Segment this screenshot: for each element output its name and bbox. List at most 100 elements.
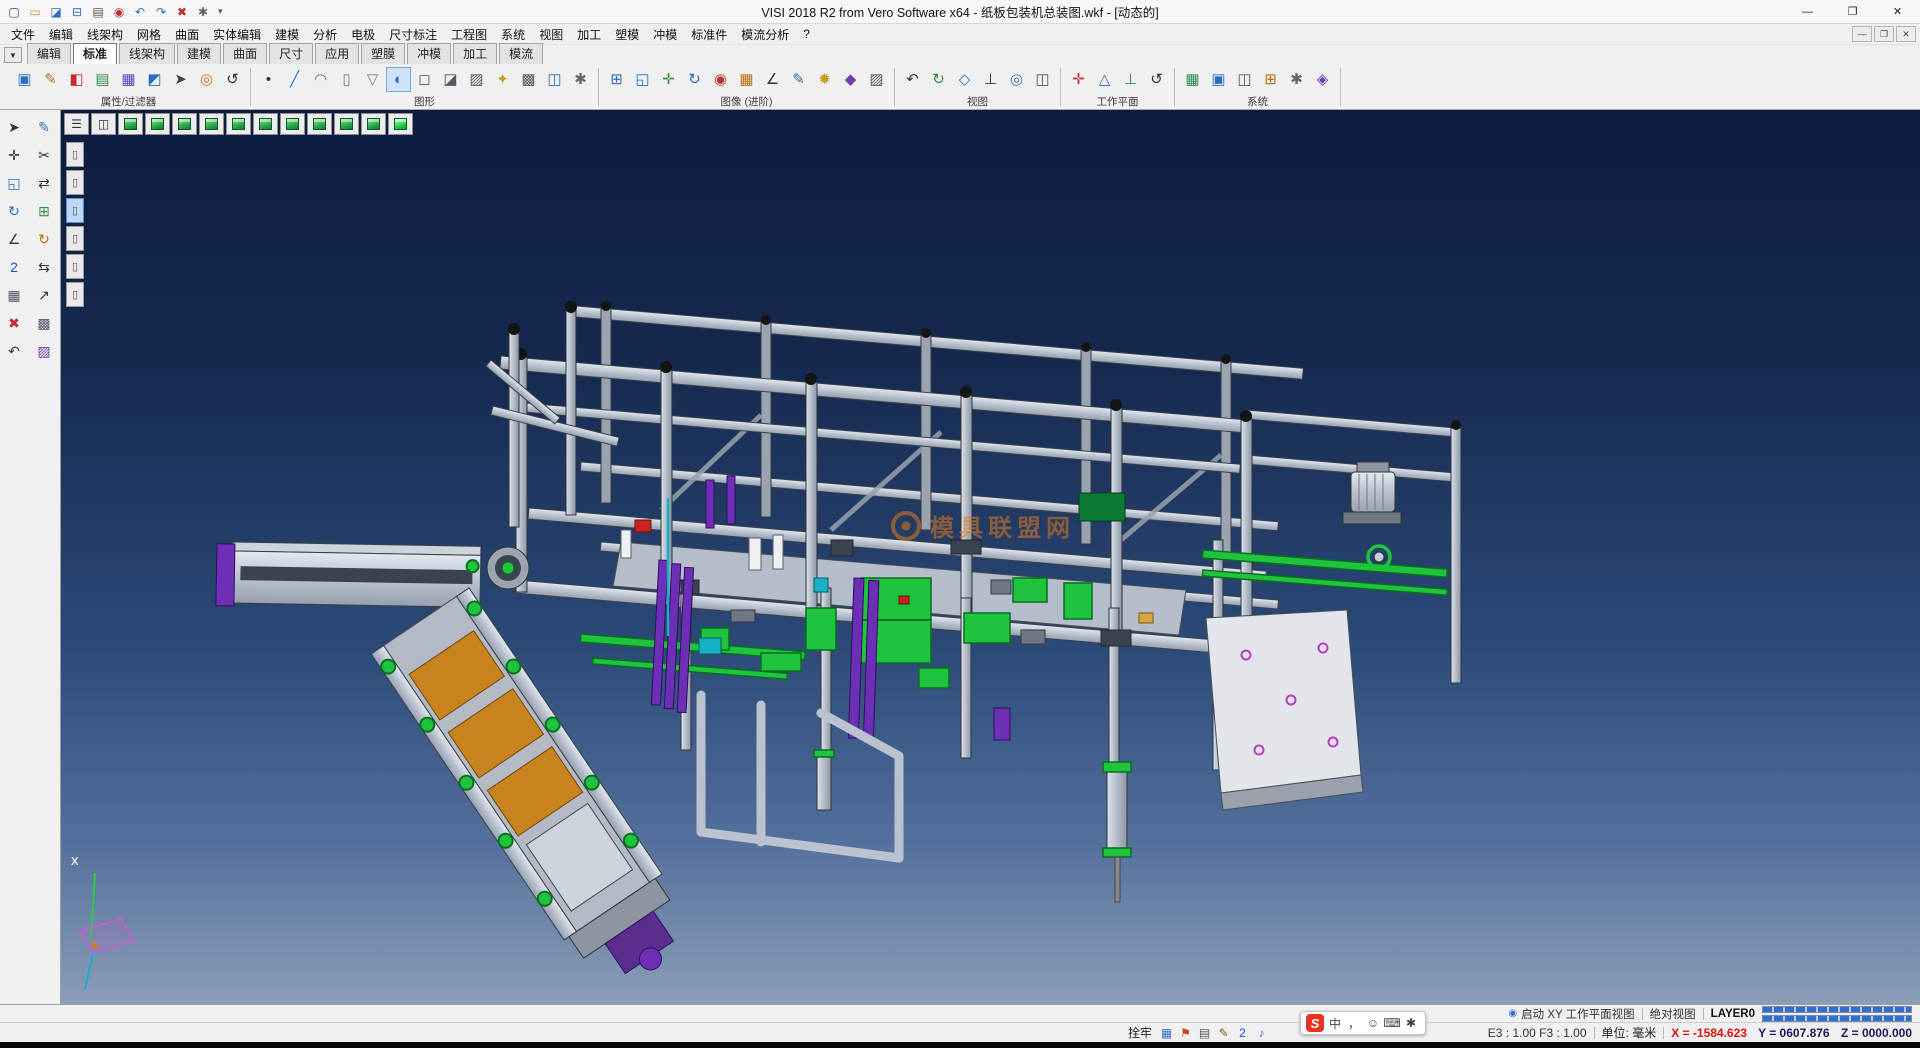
menu-system[interactable]: 系统 [494,24,532,45]
capture-icon[interactable]: ◉ [109,2,129,22]
plane-slot-6-button[interactable]: ▯ [66,282,84,307]
attribute-brush-icon[interactable]: ✎ [38,67,63,92]
reset-filter-icon[interactable]: ↺ [220,67,245,92]
view-iso-nw-button[interactable] [199,113,224,135]
scale-icon[interactable]: ↗ [32,283,56,307]
view-left-button[interactable] [334,113,359,135]
options-icon[interactable]: ✱ [193,2,213,22]
texture-icon[interactable]: ▩ [516,67,541,92]
zoom-all-icon[interactable]: ⊞ [604,67,629,92]
tab-modeling[interactable]: 建模 [177,43,221,64]
line-display-icon[interactable]: ╱ [282,67,307,92]
menu-mesh[interactable]: 网格 [130,24,168,45]
view-bottom-button[interactable] [253,113,278,135]
mdi-close-button[interactable]: ✕ [1896,26,1916,42]
workplane-xy-icon[interactable]: ✛ [1066,67,1091,92]
trim-icon[interactable]: ✂ [32,143,56,167]
view-top-button[interactable] [226,113,251,135]
save-all-icon[interactable]: ⊟ [67,2,87,22]
menu-edit[interactable]: 编辑 [42,24,80,45]
point-display-icon[interactable]: • [256,67,281,92]
zoom-window-icon[interactable]: ◱ [2,171,26,195]
viewport-layout-button[interactable]: ◫ [91,113,116,135]
display-settings-icon[interactable]: ✱ [568,67,593,92]
material-icon[interactable]: ◆ [838,67,863,92]
view-front-button[interactable] [280,113,305,135]
pen-icon[interactable]: ✎ [1215,1024,1232,1041]
image-capture-icon[interactable]: ◉ [708,67,733,92]
menu-wireframe[interactable]: 线架构 [80,24,130,45]
dynamic-rotate-icon[interactable]: ↻ [2,199,26,223]
tab-application[interactable]: 应用 [315,43,359,64]
tab-wireframe[interactable]: 线架构 [119,43,175,64]
edit-element-icon[interactable]: ✎ [32,115,56,139]
ime-keyboard-icon[interactable]: ⌨ [1383,1013,1401,1033]
menu-help[interactable]: ? [796,25,817,43]
plane-slot-1-button[interactable]: ▯ [66,142,84,167]
menu-machining[interactable]: 加工 [570,24,608,45]
plane-slot-3-button[interactable]: ▯ [66,198,84,223]
two-point-icon[interactable]: 2 [2,255,26,279]
annotate-icon[interactable]: ✎ [786,67,811,92]
note-icon[interactable]: ♪ [1253,1024,1270,1041]
quick-access-more-button[interactable]: ▾ [213,6,228,17]
close-button[interactable]: ✕ [1875,0,1920,24]
lighting-icon[interactable]: ✹ [812,67,837,92]
tab-standard[interactable]: 标准 [73,43,117,64]
menu-surface[interactable]: 曲面 [168,24,206,45]
delete-icon[interactable]: ✖ [2,311,26,335]
view-list-button[interactable]: ☰ [64,113,89,135]
shaded-mode-icon[interactable]: ◐ [386,67,411,92]
menu-die[interactable]: 冲模 [646,24,684,45]
menu-drafting[interactable]: 工程图 [444,24,494,45]
rotate-icon[interactable]: ↻ [32,227,56,251]
view-back-button[interactable] [307,113,332,135]
cone-display-icon[interactable]: ▽ [360,67,385,92]
printer-icon[interactable]: ▤ [1196,1024,1213,1041]
tab-dimension[interactable]: 尺寸 [269,43,313,64]
monitor-icon[interactable]: ▦ [1158,1024,1175,1041]
tab-surface[interactable]: 曲面 [223,43,267,64]
ime-emoji-icon[interactable]: ☺ [1364,1013,1382,1033]
ime-logo-icon[interactable]: S [1306,1014,1324,1032]
ime-toolbox-icon[interactable]: ✱ [1402,1013,1420,1033]
count-badge[interactable]: 2 [1234,1024,1251,1041]
isolate-element-icon[interactable]: ◎ [194,67,219,92]
new-file-icon[interactable]: ▢ [4,2,24,22]
view-right-button[interactable] [361,113,386,135]
view-previous-icon[interactable]: ↶ [900,67,925,92]
menu-mold[interactable]: 塑模 [608,24,646,45]
workplane-reset-icon[interactable]: ↺ [1144,67,1169,92]
mdi-minimize-button[interactable]: — [1852,26,1872,42]
redo-icon[interactable]: ↷ [151,2,171,22]
ime-punctuation[interactable]: ， [1345,1013,1363,1033]
options-gear-icon[interactable]: ✱ [1284,67,1309,92]
menu-file[interactable]: 文件 [4,24,42,45]
workplane-3point-icon[interactable]: △ [1092,67,1117,92]
tab-die[interactable]: 冲模 [407,43,451,64]
tab-molding[interactable]: 塑膜 [361,43,405,64]
plane-slot-5-button[interactable]: ▯ [66,254,84,279]
array-icon[interactable]: ▩ [32,311,56,335]
quick-pick-icon[interactable]: ➤ [168,67,193,92]
background-icon[interactable]: ▨ [864,67,889,92]
view-refresh-icon[interactable]: ↻ [926,67,951,92]
screen-settings-icon[interactable]: ▣ [1206,67,1231,92]
hidden-line-icon[interactable]: ◪ [438,67,463,92]
image-gallery-icon[interactable]: ▦ [734,67,759,92]
view-zoom-icon[interactable]: ◎ [1004,67,1029,92]
snap-icon[interactable]: ✛ [2,143,26,167]
wireframe-mode-icon[interactable]: ◻ [412,67,437,92]
plane-slot-4-button[interactable]: ▯ [66,226,84,251]
flag-icon[interactable]: ⚑ [1177,1024,1194,1041]
open-file-icon[interactable]: ▭ [25,2,45,22]
selection-mask-icon[interactable]: ◩ [142,67,167,92]
tab-dropdown-button[interactable]: ▼ [4,47,22,63]
move-icon[interactable]: ⇄ [32,171,56,195]
paint-attributes-icon[interactable]: ▨ [32,339,56,363]
menu-flow-analysis[interactable]: 模流分析 [734,24,796,45]
view-normal-to-icon[interactable]: ⊥ [978,67,1003,92]
menu-electrode[interactable]: 电极 [344,24,382,45]
section-view-icon[interactable]: ◫ [542,67,567,92]
restore-button[interactable]: ❐ [1830,0,1875,24]
